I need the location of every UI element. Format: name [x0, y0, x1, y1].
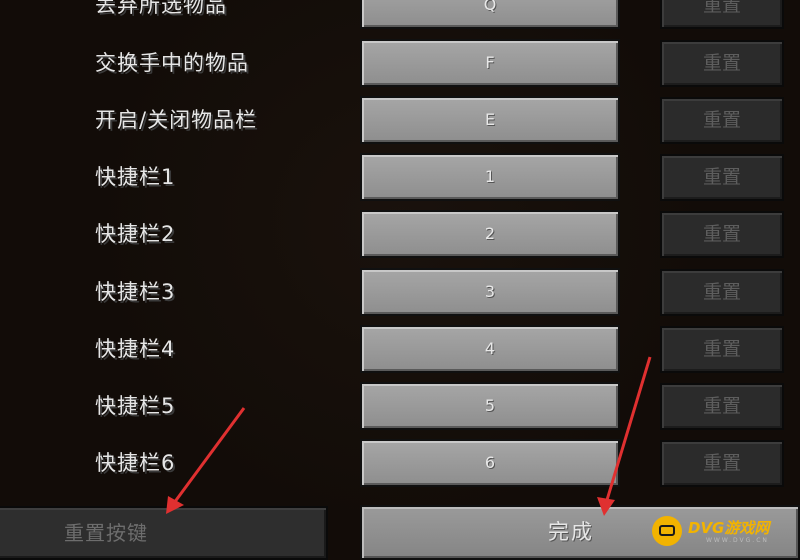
key-button[interactable]: 3 — [360, 268, 620, 316]
keybinding-label: 快捷栏1 — [95, 165, 176, 189]
key-button[interactable]: 5 — [360, 382, 620, 430]
reset-button[interactable]: 重置 — [660, 154, 784, 201]
key-button[interactable]: 4 — [360, 325, 620, 373]
keybinding-label: 交换手中的物品 — [95, 51, 249, 75]
keybinding-label: 丢弃所选物品 — [95, 0, 227, 17]
keybinding-label: 开启/关闭物品栏 — [95, 108, 258, 132]
reset-button[interactable]: 重置 — [660, 326, 784, 373]
reset-button[interactable]: 重置 — [660, 0, 784, 29]
reset-button[interactable]: 重置 — [660, 40, 784, 87]
key-button[interactable]: F — [360, 39, 620, 87]
keybinding-row-drop-item: 丢弃所选物品 Q 重置 — [0, 0, 800, 34]
key-button[interactable]: E — [360, 96, 620, 144]
keybinding-row-hotbar-2: 快捷栏2 2 重置 — [0, 206, 800, 263]
keybinding-row-swap-hands: 交换手中的物品 F 重置 — [0, 35, 800, 92]
key-button[interactable]: 2 — [360, 210, 620, 258]
watermark-logo: DVG游戏网 WWW.DVG.CN — [650, 512, 800, 552]
keybinding-list: 丢弃所选物品 Q 重置 交换手中的物品 F 重置 开启/关闭物品栏 E 重置 快… — [0, 0, 800, 495]
gamepad-icon — [652, 516, 682, 546]
reset-button[interactable]: 重置 — [660, 383, 784, 430]
reset-button[interactable]: 重置 — [660, 440, 784, 487]
reset-keys-button[interactable]: 重置按键 — [0, 506, 328, 560]
watermark-title: DVG游戏网 — [688, 519, 770, 537]
key-button[interactable]: Q — [360, 0, 620, 29]
keybinding-row-hotbar-3: 快捷栏3 3 重置 — [0, 264, 800, 321]
key-button[interactable]: 1 — [360, 153, 620, 201]
keybinding-row-hotbar-1: 快捷栏1 1 重置 — [0, 149, 800, 206]
reset-button[interactable]: 重置 — [660, 97, 784, 144]
keybinding-label: 快捷栏6 — [95, 451, 176, 475]
reset-button[interactable]: 重置 — [660, 269, 784, 316]
keybinding-row-inventory: 开启/关闭物品栏 E 重置 — [0, 92, 800, 149]
keybinding-label: 快捷栏5 — [95, 394, 176, 418]
key-button[interactable]: 6 — [360, 439, 620, 487]
keybinding-row-hotbar-4: 快捷栏4 4 重置 — [0, 321, 800, 378]
watermark-url: WWW.DVG.CN — [706, 537, 769, 544]
keybinding-label: 快捷栏2 — [95, 222, 176, 246]
keybinding-label: 快捷栏4 — [95, 337, 176, 361]
keybinding-label: 快捷栏3 — [95, 280, 176, 304]
reset-button[interactable]: 重置 — [660, 211, 784, 258]
keybinding-row-hotbar-5: 快捷栏5 5 重置 — [0, 378, 800, 435]
keybinding-row-hotbar-6: 快捷栏6 6 重置 — [0, 435, 800, 492]
